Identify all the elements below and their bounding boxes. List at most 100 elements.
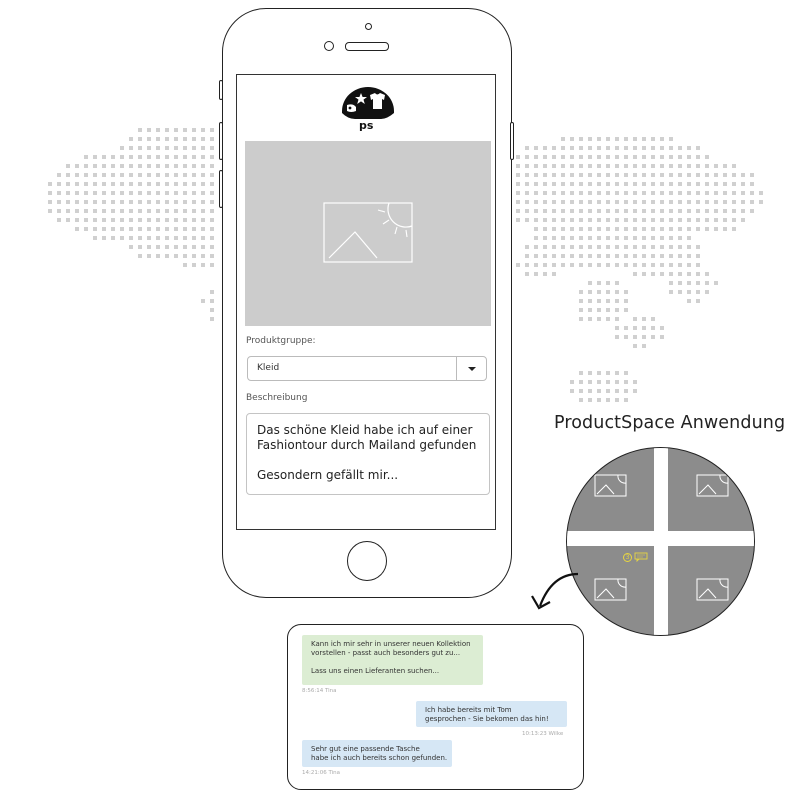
- map-dot: [678, 173, 682, 177]
- map-dot: [588, 164, 592, 168]
- map-dot: [624, 326, 628, 330]
- productspace-title: ProductSpace Anwendung: [554, 413, 786, 433]
- map-dot: [147, 137, 151, 141]
- map-dot: [624, 389, 628, 393]
- map-dot: [516, 182, 520, 186]
- map-dot: [552, 182, 556, 186]
- image-placeholder-icon[interactable]: [594, 474, 628, 499]
- chat-indicator[interactable]: 3: [623, 552, 648, 563]
- map-dot: [552, 254, 556, 258]
- map-dot: [660, 227, 664, 231]
- map-dot: [741, 209, 745, 213]
- power-button[interactable]: [510, 122, 514, 160]
- map-dot: [183, 137, 187, 141]
- map-dot: [669, 218, 673, 222]
- map-dot: [183, 227, 187, 231]
- map-dot: [633, 272, 637, 276]
- map-dot: [174, 254, 178, 258]
- map-dot: [192, 155, 196, 159]
- map-dot: [201, 173, 205, 177]
- map-dot: [129, 227, 133, 231]
- map-dot: [543, 272, 547, 276]
- map-dot: [579, 245, 583, 249]
- map-dot: [156, 182, 160, 186]
- map-dot: [129, 137, 133, 141]
- map-dot: [156, 218, 160, 222]
- dropdown-arrow-icon[interactable]: [468, 367, 476, 371]
- map-dot: [651, 254, 655, 258]
- map-dot: [660, 173, 664, 177]
- map-dot: [534, 191, 538, 195]
- map-dot: [615, 290, 619, 294]
- map-dot: [615, 146, 619, 150]
- map-dot: [93, 227, 97, 231]
- map-dot: [705, 227, 709, 231]
- map-dot: [579, 191, 583, 195]
- map-dot: [633, 335, 637, 339]
- map-dot: [156, 191, 160, 195]
- map-dot: [210, 182, 214, 186]
- volume-down-button[interactable]: [219, 170, 223, 208]
- image-placeholder-icon[interactable]: [594, 578, 628, 603]
- map-dot: [696, 272, 700, 276]
- home-button[interactable]: [347, 541, 387, 581]
- map-dot: [156, 173, 160, 177]
- map-dot: [579, 164, 583, 168]
- map-dot: [75, 227, 79, 231]
- map-dot: [615, 236, 619, 240]
- map-dot: [705, 290, 709, 294]
- map-dot: [210, 245, 214, 249]
- map-dot: [732, 191, 736, 195]
- map-dot: [111, 155, 115, 159]
- volume-up-button[interactable]: [219, 122, 223, 160]
- map-dot: [750, 200, 754, 204]
- image-placeholder-icon[interactable]: [696, 578, 730, 603]
- map-dot: [660, 245, 664, 249]
- map-dot: [633, 182, 637, 186]
- map-dot: [579, 200, 583, 204]
- map-dot: [714, 281, 718, 285]
- map-dot: [543, 200, 547, 204]
- map-dot: [624, 155, 628, 159]
- map-dot: [606, 227, 610, 231]
- map-dot: [579, 389, 583, 393]
- map-dot: [552, 173, 556, 177]
- map-dot: [597, 389, 601, 393]
- image-placeholder-icon[interactable]: [696, 474, 730, 499]
- map-dot: [192, 182, 196, 186]
- map-dot: [678, 146, 682, 150]
- map-dot: [579, 290, 583, 294]
- map-dot: [624, 164, 628, 168]
- map-dot: [570, 173, 574, 177]
- map-dot: [561, 191, 565, 195]
- map-dot: [111, 200, 115, 204]
- map-dot: [687, 182, 691, 186]
- map-dot: [597, 308, 601, 312]
- map-dot: [165, 164, 169, 168]
- phone-camera: [324, 41, 334, 51]
- map-dot: [561, 227, 565, 231]
- product-group-select[interactable]: Kleid: [247, 356, 487, 381]
- map-dot: [615, 227, 619, 231]
- map-dot: [660, 254, 664, 258]
- map-dot: [588, 227, 592, 231]
- product-image[interactable]: [245, 141, 491, 326]
- map-dot: [552, 146, 556, 150]
- map-dot: [597, 371, 601, 375]
- map-dot: [534, 146, 538, 150]
- map-dot: [579, 371, 583, 375]
- map-dot: [57, 191, 61, 195]
- map-dot: [66, 200, 70, 204]
- chat-message: Sehr gut eine passende Tasche habe ich a…: [302, 740, 452, 767]
- map-dot: [723, 164, 727, 168]
- map-dot: [705, 155, 709, 159]
- description-textarea[interactable]: Das schöne Kleid habe ich auf einer Fash…: [246, 413, 490, 495]
- map-dot: [570, 389, 574, 393]
- map-dot: [597, 182, 601, 186]
- map-dot: [669, 155, 673, 159]
- message-meta: 14:21:06 Tina: [302, 770, 341, 776]
- mute-switch[interactable]: [219, 80, 223, 100]
- map-dot: [687, 155, 691, 159]
- map-dot: [156, 236, 160, 240]
- map-dot: [183, 173, 187, 177]
